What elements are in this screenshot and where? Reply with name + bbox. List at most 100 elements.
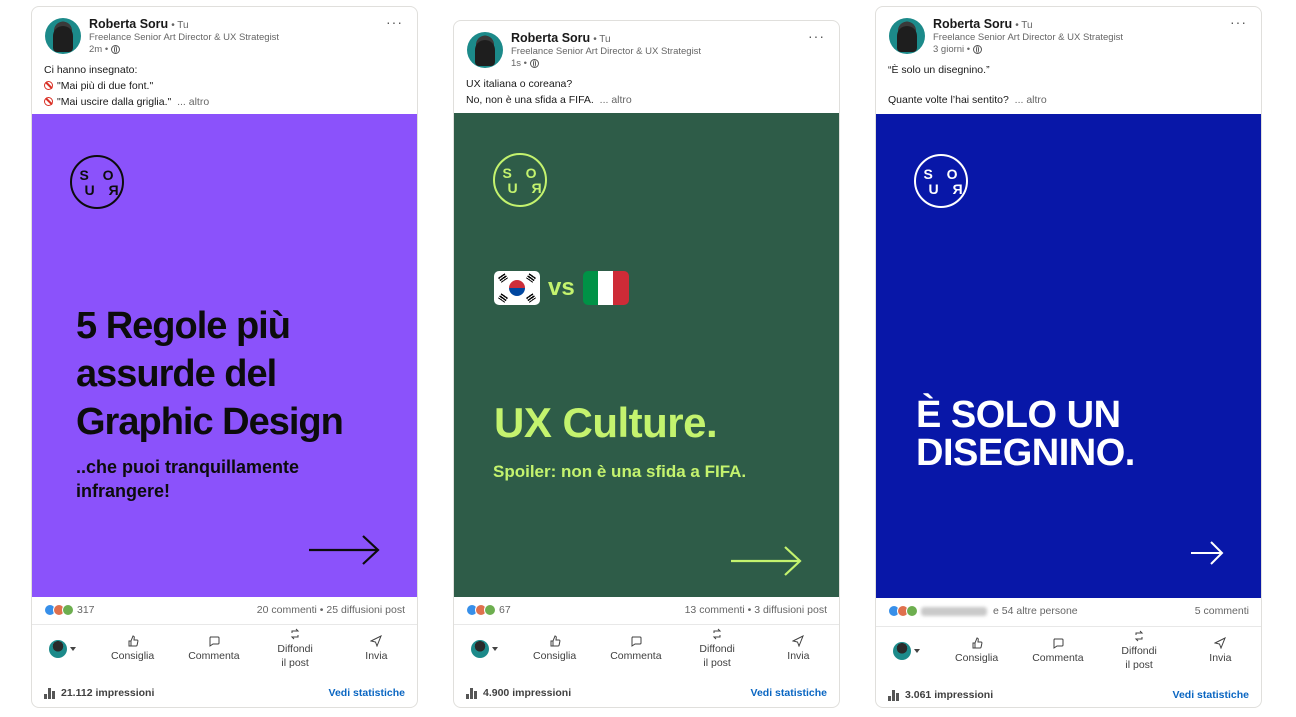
- reaction-count[interactable]: 317: [77, 604, 95, 616]
- like-button[interactable]: Consiglia: [936, 637, 1017, 665]
- logo-top-text: S O: [502, 165, 542, 181]
- logo-top-text: S O: [923, 166, 963, 182]
- send-button[interactable]: Invia: [758, 635, 839, 663]
- post-image[interactable]: S O R U 5 Regole più assurde del Graphic…: [32, 114, 417, 597]
- author-avatar[interactable]: [467, 32, 503, 68]
- post-time-text: 1s •: [511, 58, 527, 69]
- reaction-icons: [466, 604, 496, 616]
- logo-bottom-text: R U: [79, 182, 119, 198]
- comment-button[interactable]: Commenta: [595, 635, 676, 663]
- action-bar: Consiglia Commenta Diffondi il post Invia: [454, 624, 839, 673]
- avatar: [892, 642, 911, 660]
- comment-button[interactable]: Commenta: [173, 635, 254, 663]
- you-badge: • Tu: [593, 34, 611, 45]
- post-text-line-content: "Mai uscire dalla griglia.": [57, 96, 172, 108]
- post-card-1: Roberta Soru • Tu Freelance Senior Art Di…: [31, 6, 418, 708]
- comment-share-count[interactable]: 13 commenti • 3 diffusioni post: [685, 604, 827, 616]
- post-text-line: Quante volte l’hai sentito? ... altro: [888, 92, 1047, 108]
- author-name[interactable]: Roberta Soru • Tu: [511, 31, 611, 45]
- avatar: [470, 640, 489, 658]
- comment-share-count[interactable]: 20 commenti • 25 diffusioni post: [257, 604, 405, 616]
- reaction-icons: [888, 605, 918, 617]
- view-stats-link[interactable]: Vedi statistiche: [329, 687, 405, 699]
- post-text-line: “È solo un disegnino.”: [888, 64, 990, 76]
- post-as-selector[interactable]: [454, 640, 514, 658]
- impressions: 4.900 impressioni: [466, 687, 571, 699]
- author-role: Freelance Senior Art Director & UX Strat…: [89, 32, 280, 43]
- globe-icon: [973, 45, 983, 54]
- post-as-selector[interactable]: [32, 640, 92, 658]
- repost-button[interactable]: Diffondi il post: [677, 628, 758, 670]
- author-name-text[interactable]: Roberta Soru: [89, 17, 168, 31]
- post-time-text: 3 giorni •: [933, 44, 971, 55]
- prohibited-icon: [44, 97, 53, 106]
- post-time-text: 2m •: [89, 44, 109, 55]
- reactions[interactable]: e 54 altre persone: [888, 605, 1078, 617]
- post-stats: e 54 altre persone 5 commenti: [888, 605, 1249, 617]
- send-button[interactable]: Invia: [336, 635, 417, 663]
- see-more-link[interactable]: ... altro: [1015, 94, 1047, 106]
- reaction-count[interactable]: 67: [499, 604, 511, 616]
- thumbs-up-icon: [128, 635, 139, 647]
- send-label: Invia: [1209, 652, 1232, 664]
- post-text-line: Ci hanno insegnato:: [44, 64, 138, 76]
- send-button[interactable]: Invia: [1180, 637, 1261, 665]
- impressions-count: 21.112 impressioni: [61, 687, 155, 699]
- send-icon: [370, 635, 383, 647]
- post-text-spacer: [888, 78, 1047, 92]
- author-name-text[interactable]: Roberta Soru: [933, 17, 1012, 31]
- reactions[interactable]: 67: [466, 604, 511, 616]
- like-button[interactable]: Consiglia: [92, 635, 173, 663]
- post-time: 1s •: [511, 58, 539, 69]
- more-options-icon[interactable]: ···: [808, 28, 825, 44]
- like-button[interactable]: Consiglia: [514, 635, 595, 663]
- versus-text: vs: [548, 274, 575, 301]
- more-options-icon[interactable]: ···: [1230, 14, 1247, 30]
- reaction-count[interactable]: e 54 altre persone: [993, 605, 1078, 617]
- post-text: Ci hanno insegnato: "Mai più di due font…: [44, 62, 209, 110]
- repost-label: Diffondi il post: [277, 642, 312, 670]
- view-stats-link[interactable]: Vedi statistiche: [751, 687, 827, 699]
- repost-button[interactable]: Diffondi il post: [1099, 630, 1180, 672]
- reactions[interactable]: 317: [44, 604, 95, 616]
- arrow-right-icon: [1191, 541, 1224, 565]
- see-more-link[interactable]: ... altro: [177, 96, 209, 108]
- post-image[interactable]: S O R U vs UX Culture. Spoiler: non è un…: [454, 113, 839, 597]
- globe-icon: [111, 45, 121, 54]
- post-image[interactable]: S O R U È SOLO UN DISEGNINO.: [876, 114, 1261, 598]
- repost-icon: [1134, 630, 1144, 642]
- author-name[interactable]: Roberta Soru • Tu: [89, 17, 189, 31]
- author-avatar[interactable]: [889, 18, 925, 54]
- repost-label-line: il post: [281, 657, 309, 669]
- analytics-icon: [466, 687, 477, 699]
- chevron-down-icon: [69, 647, 76, 651]
- logo-top-text: S O: [79, 167, 119, 183]
- image-headline: 5 Regole più assurde del Graphic Design: [76, 302, 344, 446]
- post-text-line-content: "Mai più di due font.": [57, 80, 154, 92]
- repost-icon: [712, 628, 722, 640]
- post-text-line-content: No, non è una sfida a FIFA.: [466, 94, 594, 106]
- image-headline: UX Culture.: [494, 399, 718, 446]
- you-badge: • Tu: [171, 20, 189, 31]
- author-name[interactable]: Roberta Soru • Tu: [933, 17, 1033, 31]
- view-stats-link[interactable]: Vedi statistiche: [1173, 689, 1249, 701]
- post-stats: 317 20 commenti • 25 diffusioni post: [44, 604, 405, 616]
- post-as-selector[interactable]: [876, 642, 936, 660]
- post-stats: 67 13 commenti • 3 diffusioni post: [466, 604, 827, 616]
- impressions: 3.061 impressioni: [888, 689, 993, 701]
- image-subline: Spoiler: non è una sfida a FIFA.: [493, 462, 747, 481]
- author-role: Freelance Senior Art Director & UX Strat…: [933, 32, 1124, 43]
- comment-share-count[interactable]: 5 commenti: [1195, 605, 1249, 617]
- author-name-text[interactable]: Roberta Soru: [511, 31, 590, 45]
- more-options-icon[interactable]: ···: [386, 14, 403, 30]
- author-avatar[interactable]: [45, 18, 81, 54]
- analytics-icon: [44, 687, 55, 699]
- chevron-down-icon: [913, 649, 920, 653]
- comment-button[interactable]: Commenta: [1017, 637, 1098, 665]
- send-icon: [792, 635, 805, 647]
- repost-label: Diffondi il post: [1121, 644, 1156, 672]
- repost-button[interactable]: Diffondi il post: [255, 628, 336, 670]
- see-more-link[interactable]: ... altro: [600, 94, 632, 106]
- repost-icon: [290, 628, 300, 640]
- sour-logo: S O R U: [914, 154, 968, 208]
